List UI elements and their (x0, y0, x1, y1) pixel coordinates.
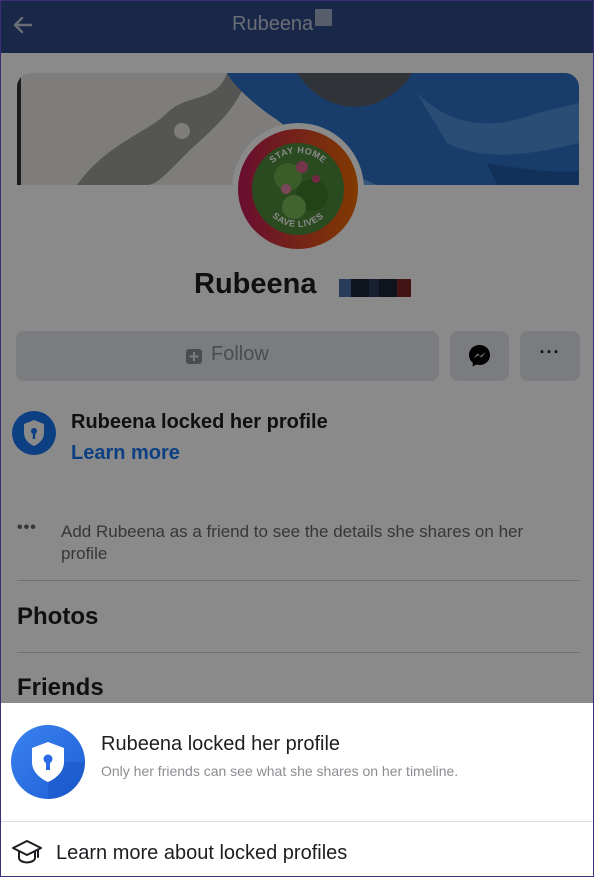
bottom-sheet: Rubeena locked her profile Only her frie… (1, 703, 593, 876)
sheet-title: Rubeena locked her profile (101, 733, 341, 755)
learn-more-locked-profiles-label: Learn more about locked profiles (56, 842, 348, 864)
graduation-cap-icon (12, 840, 42, 864)
sheet-subtitle: Only her friends can see what she shares… (101, 763, 459, 779)
learn-more-locked-profiles-button[interactable]: Learn more about locked profiles (1, 822, 593, 876)
app-frame: Rubeena STAY HOME SAVE LIVES Rubeena Fol… (0, 0, 594, 877)
modal-overlay[interactable] (1, 1, 593, 703)
locked-profile-shield-icon (11, 725, 85, 799)
